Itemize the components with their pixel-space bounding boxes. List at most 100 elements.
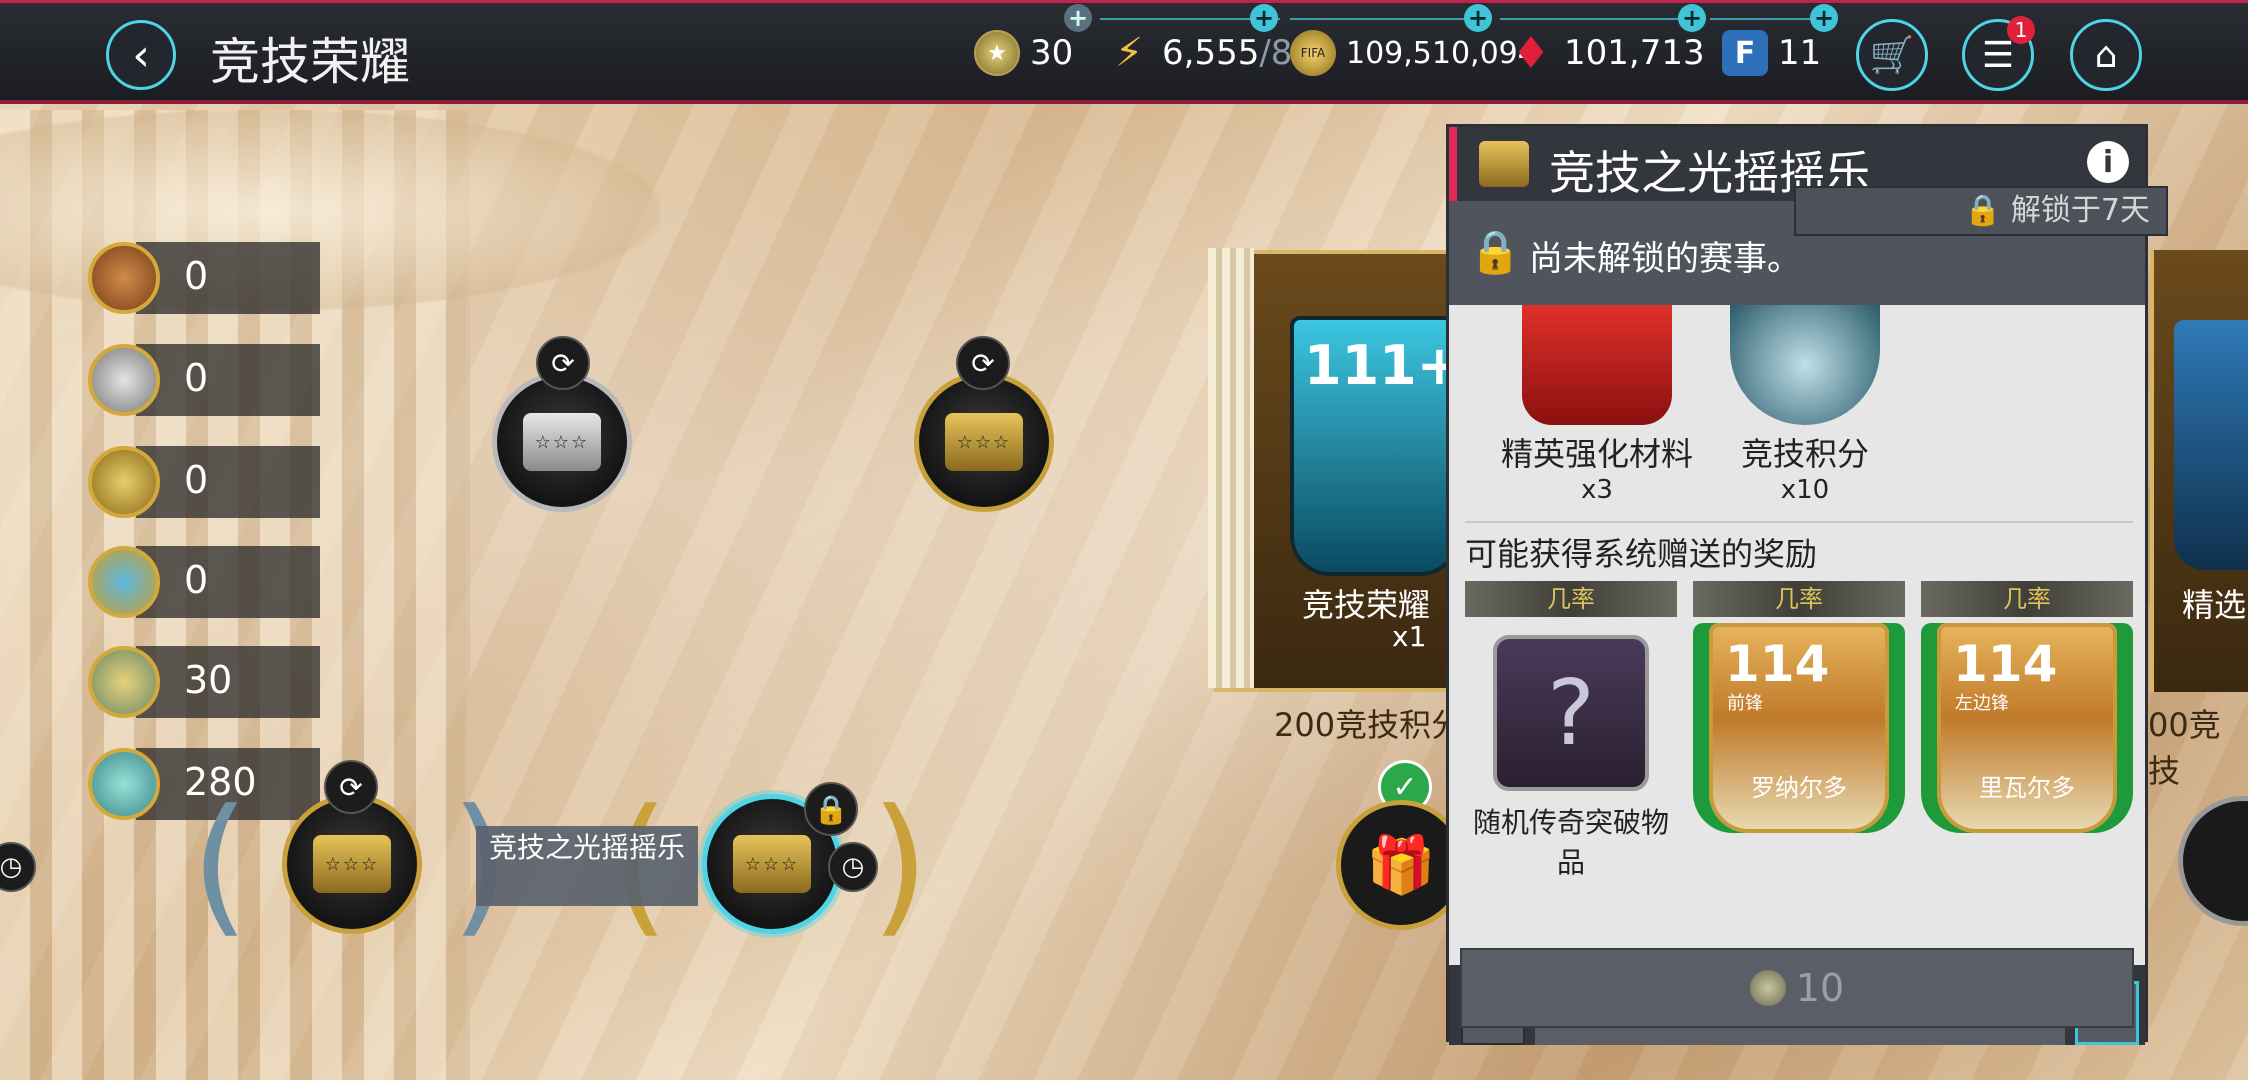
slot-machine-icon xyxy=(1479,141,1529,187)
slot-machine-node[interactable]: ☆☆☆ xyxy=(914,372,1054,512)
page-title: 竞技荣耀 xyxy=(210,33,410,91)
chance-reward[interactable]: 几率 ? 随机传奇突破物品 xyxy=(1465,581,1677,881)
stat-row: 30 xyxy=(88,646,320,718)
globe-trophy-icon xyxy=(88,546,160,618)
shield-trophy-icon xyxy=(88,646,160,718)
f-points-icon: F xyxy=(1722,30,1768,76)
purchase-button[interactable]: 10 xyxy=(1460,948,2134,1028)
info-button[interactable]: i xyxy=(2087,141,2129,183)
resource-coins[interactable]: FIFA 109,510,094 xyxy=(1290,28,1537,78)
purchase-cost: 10 xyxy=(1795,966,1845,1010)
header-accent-line xyxy=(0,0,2248,3)
player-card: 111+ xyxy=(1290,316,1462,576)
stat-bar xyxy=(136,242,320,314)
slot-machine-icon: ☆☆☆ xyxy=(945,413,1023,471)
chance-reward[interactable]: 几率 114 前锋 罗纳尔多 xyxy=(1693,581,1905,833)
event-detail-popup: 竞技之光摇摇乐 i 🔒 尚未解锁的赛事。 精英强化材料 x3 竞技积分 x10 … xyxy=(1446,124,2148,1045)
resource-trophy[interactable]: ★ 30 xyxy=(974,28,1073,78)
divider xyxy=(1465,521,2133,523)
ruby-icon: ♦ xyxy=(1511,27,1551,79)
lightning-icon: ⚡ xyxy=(1114,30,1144,76)
stat-row: 0 xyxy=(88,242,320,314)
back-arrow-icon: ‹ xyxy=(132,29,150,81)
resource-gems[interactable]: ♦ 101,713 xyxy=(1508,27,1705,79)
slot-machine-node[interactable]: ☆☆☆ xyxy=(282,794,422,934)
stat-value: 0 xyxy=(184,356,209,400)
player-card-partial xyxy=(2174,320,2248,570)
reward-name: 精英强化材料 xyxy=(1500,435,1693,473)
reward-item[interactable]: 竞技积分 x10 xyxy=(1705,305,1905,505)
stat-bar xyxy=(136,344,320,416)
stat-bar xyxy=(136,546,320,618)
arena-points-icon xyxy=(1730,305,1880,425)
chance-reward[interactable]: 几率 114 左边锋 里瓦尔多 xyxy=(1921,581,2133,833)
timer-icon: ◷ xyxy=(828,842,878,892)
refresh-icon: ⟳ xyxy=(956,336,1010,390)
lock-icon: 🔒 xyxy=(804,782,858,836)
back-button[interactable]: ‹ xyxy=(106,20,176,90)
chance-header: 几率 xyxy=(1465,581,1677,617)
resource-divider xyxy=(1290,18,1470,20)
checklist-icon: ☰ xyxy=(1981,34,2015,76)
icon-player-card: 114 左边锋 里瓦尔多 xyxy=(1937,623,2117,833)
next-reward-cost: 00竞技 xyxy=(2148,706,2221,790)
reward-item[interactable]: 精英强化材料 x3 xyxy=(1497,305,1697,505)
laurel-icon: ( xyxy=(190,778,250,952)
stat-row: 0 xyxy=(88,546,320,618)
chance-header: 几率 xyxy=(1693,581,1905,617)
resource-divider xyxy=(1500,18,1680,20)
unlock-text: 解锁于7天 xyxy=(2010,193,2150,228)
training-material-icon xyxy=(1522,305,1672,425)
gift-box-icon: 🎁 xyxy=(1366,833,1436,898)
reward-card-count: x1 xyxy=(1392,620,1427,653)
gems-value: 101,713 xyxy=(1564,33,1705,73)
stat-row: 0 xyxy=(88,344,320,416)
bronze-medal-icon xyxy=(88,242,160,314)
icon-player-card: 114 前锋 罗纳尔多 xyxy=(1709,623,1889,833)
reward-count: x3 xyxy=(1581,475,1613,505)
slot-machine-node[interactable]: ☆☆☆ xyxy=(492,372,632,512)
unlock-timer-tag: 🔒 解锁于7天 xyxy=(1794,186,2168,236)
stat-row: 0 xyxy=(88,446,320,518)
fifa-coin-icon: FIFA xyxy=(1290,30,1336,76)
chance-caption: 随机传奇突破物品 xyxy=(1472,806,1669,879)
silver-medal-icon xyxy=(88,344,160,416)
stat-value: 0 xyxy=(184,558,209,602)
card-rating: 111+ xyxy=(1304,334,1462,397)
gold-medal-icon xyxy=(88,446,160,518)
resource-divider xyxy=(1710,18,1820,20)
reward-count: x10 xyxy=(1780,475,1830,505)
selected-node-label: 竞技之光摇摇乐 xyxy=(476,826,698,906)
stat-bar xyxy=(136,446,320,518)
energy-value: 6,555 xyxy=(1162,33,1260,73)
card-rating: 114 xyxy=(1953,635,2058,693)
pillar-decoration xyxy=(1208,248,1254,688)
slot-machine-icon: ☆☆☆ xyxy=(313,835,391,893)
cup-trophy-icon xyxy=(88,748,160,820)
tasks-notification-badge: 1 xyxy=(2007,16,2035,44)
slot-machine-icon: ☆☆☆ xyxy=(523,413,601,471)
card-position: 左边锋 xyxy=(1955,693,2009,714)
mystery-item-icon: ? xyxy=(1493,635,1649,791)
trophy-shield-icon: ★ xyxy=(974,30,1020,76)
lock-icon: 🔒 xyxy=(1964,193,2011,228)
resource-fpoints[interactable]: F 11 xyxy=(1722,28,1821,78)
cart-icon: 🛒 xyxy=(1869,35,1915,76)
locked-text: 尚未解锁的赛事。 xyxy=(1529,239,1801,279)
home-icon: ⌂ xyxy=(2094,34,2118,76)
home-button[interactable]: ⌂ xyxy=(2070,19,2142,91)
shop-button[interactable]: 🛒 xyxy=(1856,19,1928,91)
tasks-button[interactable]: ☰ 1 xyxy=(1962,16,2035,91)
stat-value: 30 xyxy=(184,658,233,702)
refresh-icon: ⟳ xyxy=(536,336,590,390)
slot-machine-icon: ☆☆☆ xyxy=(733,835,811,893)
system-rewards-title: 可能获得系统赠送的奖励 xyxy=(1465,535,1818,573)
popup-rewards: 精英强化材料 x3 竞技积分 x10 可能获得系统赠送的奖励 几率 ? 随机传奇… xyxy=(1449,305,2145,965)
arena-coin-icon xyxy=(1749,970,1786,1006)
card-position: 前锋 xyxy=(1727,693,1763,714)
stat-value: 0 xyxy=(184,254,209,298)
card-rating: 114 xyxy=(1725,635,1830,693)
next-reward-caption: 精选 xyxy=(2182,586,2247,624)
stat-value: 0 xyxy=(184,458,209,502)
resource-energy[interactable]: ⚡ 6,555/80 xyxy=(1106,28,1314,78)
